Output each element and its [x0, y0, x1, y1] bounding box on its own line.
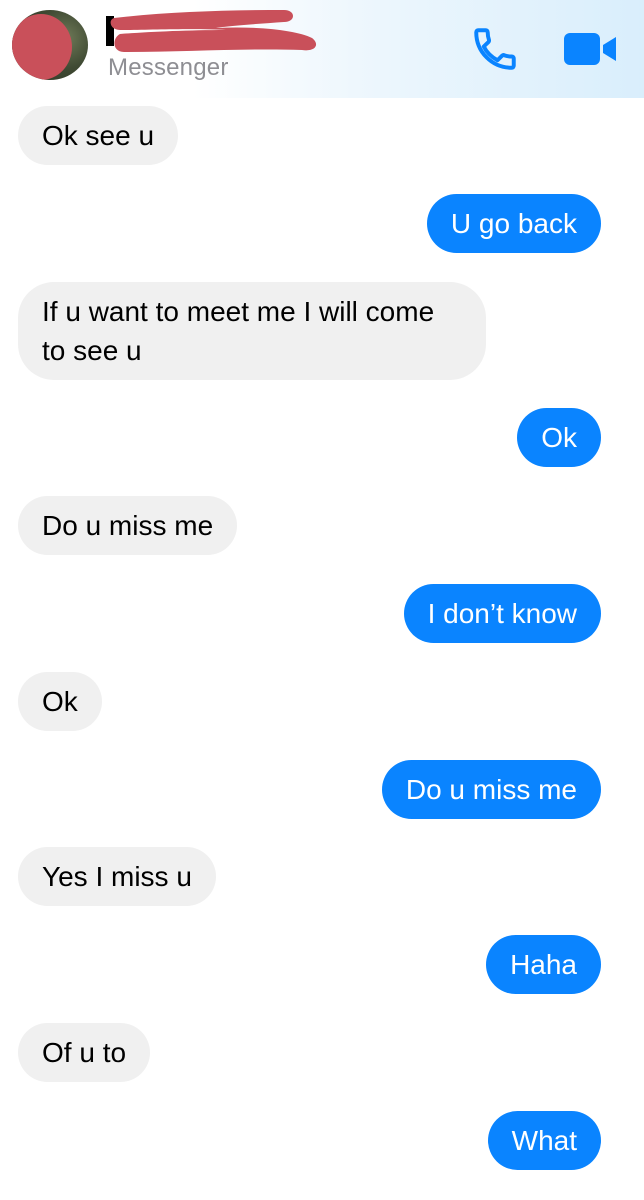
video-call-button[interactable] [560, 22, 622, 76]
incoming-message[interactable]: If u want to meet me I will come to see … [18, 282, 486, 380]
incoming-message[interactable]: Yes I miss u [18, 847, 216, 906]
outgoing-message[interactable]: Do u miss me [381, 760, 601, 819]
incoming-message[interactable]: Do u miss me [18, 496, 238, 555]
incoming-message[interactable]: Of u to [18, 1023, 151, 1082]
outgoing-message[interactable]: What [487, 1111, 601, 1170]
contact-name-redaction [106, 10, 317, 52]
video-camera-icon [564, 33, 616, 65]
avatar-redaction [12, 14, 72, 80]
incoming-message[interactable]: Ok see u [18, 106, 179, 165]
phone-call-button[interactable] [466, 22, 524, 76]
conversation-header: Messenger [0, 0, 644, 98]
outgoing-message[interactable]: U go back [426, 194, 601, 253]
outgoing-message[interactable]: I don’t know [403, 584, 601, 643]
contact-avatar[interactable] [12, 10, 88, 80]
outgoing-message[interactable]: Haha [486, 935, 601, 994]
phone-icon [474, 28, 516, 70]
header-subtitle: Messenger [108, 54, 229, 81]
incoming-message[interactable]: Ok [18, 672, 102, 731]
outgoing-message[interactable]: Ok [517, 408, 601, 467]
